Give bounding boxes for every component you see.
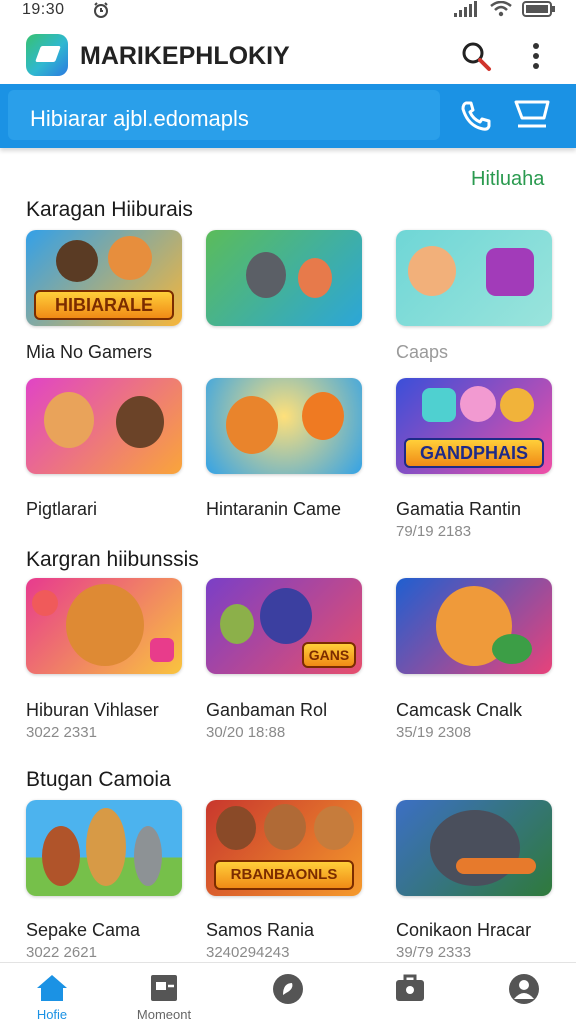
character-art [220,604,254,644]
more-options-icon[interactable] [522,40,550,72]
card-banner: HIBIARALE [34,290,174,320]
character-art [134,826,162,886]
item-art [456,858,536,874]
see-all-link[interactable]: Hitluaha [471,168,544,191]
game-card[interactable] [396,578,552,674]
game-card[interactable] [396,800,552,896]
bottom-nav: Hofie Momeont [0,962,576,1024]
game-card[interactable] [206,230,362,326]
nav-item-profile[interactable] [484,973,564,1024]
card-title: Samos Rania [206,920,315,940]
character-art [216,806,256,850]
chat-icon [273,974,303,1004]
section-title-2: Kargran hiibunssis [26,548,199,571]
character-art [492,634,532,664]
character-art [246,252,286,298]
card-subtitle: 3022 2621 [26,944,97,961]
search-input[interactable]: Hibiarar ajbl.edomapls [8,90,440,140]
game-card[interactable] [396,230,552,326]
section-title-3: Btugan Camoia [26,768,171,791]
card-title: Caaps [396,342,449,362]
game-card[interactable] [26,800,182,896]
nav-item-chat[interactable] [248,973,328,1024]
character-art [108,236,152,280]
app-logo [26,34,68,76]
character-art [264,804,306,850]
card-title: Pigtlarari [26,499,98,519]
alarm-icon [94,2,108,18]
nav-item-moments[interactable]: Momeont [124,973,204,1024]
wifi-icon [490,1,512,17]
card-subtitle: 3240294243 [206,944,290,961]
calendar-icon [151,975,177,1001]
cart-icon[interactable] [512,96,552,134]
game-card[interactable]: RBANBAONLS [206,800,362,896]
nav-item-bag[interactable] [370,973,450,1024]
character-art [42,826,80,886]
card-title: Conikaon Hracar [396,920,532,940]
character-art [430,810,520,886]
game-card[interactable]: HIBIARALE [26,230,182,326]
card-banner: RBANBAONLS [214,860,354,890]
status-time: 19:30 [22,1,65,18]
signal-icon [454,1,477,17]
character-art [56,240,98,282]
character-art [44,392,94,448]
card-title: Sepake Cama [26,920,141,940]
card-title: Mia No Gamers [26,342,153,362]
card-banner: GANDPHAIS [404,438,544,468]
card-title: Gamatia Rantin [396,499,522,519]
candy-art [500,388,534,422]
card-subtitle: 35/19 2308 [396,724,472,741]
app-title: MARIKEPHLOKIY [80,42,290,70]
card-title: Hiburan Vihlaser [26,700,159,720]
card-title: Hintaranin Came [206,499,342,519]
app-bar: MARIKEPHLOKIY [0,28,576,84]
game-card[interactable] [206,378,362,474]
card-title: Camcask Cnalk [396,700,523,720]
game-card[interactable] [26,378,182,474]
game-card[interactable]: GANDPHAIS [396,378,552,474]
candy-art [32,590,58,616]
nav-item-home[interactable]: Hofie [12,973,92,1024]
character-art [116,396,164,448]
status-icons [454,1,556,17]
game-card[interactable] [26,578,182,674]
dice-art [486,248,534,296]
status-bar: 19:30 [0,0,576,20]
card-subtitle: 39/79 2333 [396,944,472,961]
card-subtitle: 3022 2331 [26,724,97,741]
character-art [66,584,144,666]
candy-art [460,386,496,422]
card-subtitle: 79/19 2183 [396,523,472,540]
card-subtitle: 30/20 18:88 [206,724,286,741]
character-art [314,806,354,850]
dice-art [150,638,174,662]
profile-icon [509,974,539,1004]
card-banner: GANS [302,642,356,668]
home-icon [37,975,67,1001]
bag-icon [396,974,424,1001]
character-art [260,588,312,644]
battery-icon [522,1,555,17]
character-art [408,246,456,296]
phone-icon[interactable] [458,98,494,134]
game-card[interactable]: GANS [206,578,362,674]
character-art [226,396,278,454]
character-art [302,392,344,440]
search-band: Hibiarar ajbl.edomapls [0,84,576,148]
candy-art [422,388,456,422]
nav-label-moments: Momeont [136,1007,192,1022]
nav-label-home: Hofie [36,1007,68,1022]
section-title-1: Karagan Hiiburais [26,198,193,221]
search-input-text: Hibiarar ajbl.edomapls [30,106,249,131]
character-art [298,258,332,298]
character-art [86,808,126,886]
search-icon[interactable] [460,40,492,72]
card-title: Ganbaman Rol [206,700,328,720]
